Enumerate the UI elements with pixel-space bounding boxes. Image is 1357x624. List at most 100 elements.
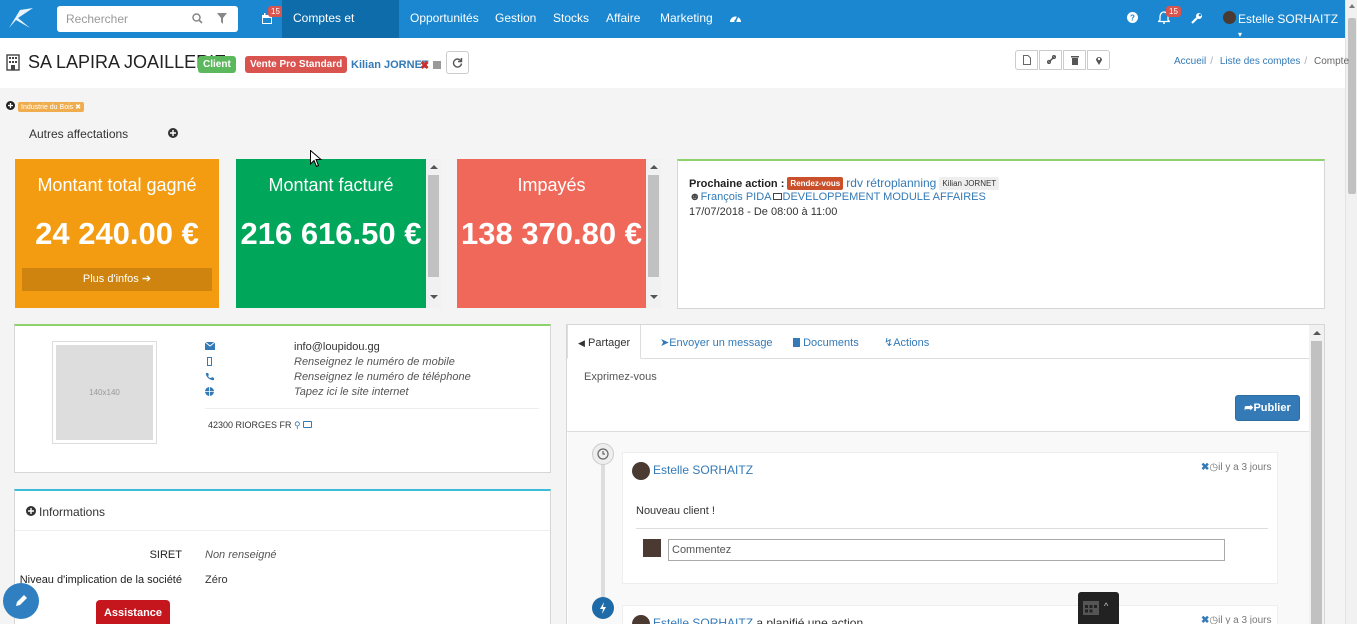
contact-link[interactable]: François PIDA [701, 191, 772, 203]
project-link[interactable]: DEVELOPPEMENT MODULE AFFAIRES [783, 191, 986, 203]
add-assignment-icon[interactable] [168, 128, 178, 138]
involvement-label: Niveau d'implication de la société [19, 574, 182, 586]
nav-stocks[interactable]: Stocks [553, 0, 589, 38]
page-scrollbar[interactable] [1345, 0, 1357, 624]
publish-button[interactable]: ➦Publier [1235, 395, 1300, 421]
share-input[interactable]: Exprimez-vous [584, 371, 657, 383]
stat-title: Montant facturé [268, 175, 394, 195]
filter-icon[interactable] [217, 13, 227, 24]
involvement-value[interactable]: Zéro [205, 574, 228, 586]
edit-button[interactable] [3, 583, 39, 619]
action-title-link[interactable]: rdv rétroplanning [846, 176, 936, 190]
author-link[interactable]: Estelle SORHAITZ [653, 463, 753, 477]
post-action-text: a planifié une action [756, 616, 864, 624]
nav-comptes-contacts[interactable]: Comptes et contacts [282, 0, 399, 61]
next-action-line: Prochaine action : Rendez-vous rdv rétro… [689, 176, 1000, 190]
document-icon [793, 338, 800, 347]
email-value[interactable]: info@loupidou.gg [294, 341, 380, 353]
more-info-button[interactable]: Plus d'infos ➔ [22, 268, 212, 291]
search-box [57, 6, 238, 32]
stat-value: 138 370.80 € [460, 216, 642, 251]
arrow-circle-icon: ➔ [141, 273, 152, 285]
top-navbar: 15 Comptes et contacts Opportunités Gest… [0, 0, 1345, 61]
map-card-icon[interactable] [303, 421, 313, 428]
tab-label: Partager [587, 337, 631, 349]
owner-card-icon[interactable] [433, 61, 441, 69]
search-input[interactable] [57, 6, 187, 32]
post-time-label: il y a 3 jours [1218, 615, 1272, 624]
link-button[interactable] [1039, 50, 1062, 70]
map-marker-icon[interactable]: ⚲ [294, 420, 301, 430]
phone-value[interactable]: Renseignez le numéro de téléphone [294, 371, 471, 383]
pencil-icon [14, 594, 28, 608]
post-time: ✖◷il y a 3 jours [1201, 615, 1271, 624]
envelope-icon [205, 342, 215, 350]
stat-title: Montant total gagné [37, 175, 197, 195]
nav-marketing[interactable]: Marketing [660, 0, 713, 38]
add-tag-icon[interactable] [6, 101, 15, 110]
stat-title: Impayés [517, 175, 586, 195]
tab-label: Documents [803, 337, 859, 349]
map-marker-icon [1095, 55, 1103, 65]
globe-icon [205, 387, 214, 396]
paper-plane-icon: ➤ [660, 337, 670, 349]
user-menu[interactable]: Estelle SORHAITZ ▾ [1238, 12, 1345, 40]
bolt-icon [592, 597, 614, 619]
calendar-widget[interactable]: ^ [1078, 592, 1119, 624]
refresh-icon [452, 57, 463, 68]
tab-partager[interactable]: ◀ Partager [567, 325, 642, 359]
tab-documents[interactable]: Documents [793, 325, 859, 359]
segment-label: Vente Pro Standard [245, 56, 348, 73]
stat-scrollbar[interactable] [646, 159, 661, 308]
comment-input[interactable] [668, 539, 1225, 561]
client-label: Client [198, 56, 236, 73]
stat-invoiced: Montant facturé 216 616.50 € [236, 159, 441, 308]
breadcrumb-home[interactable]: Accueil [1174, 56, 1206, 67]
author-link[interactable]: Estelle SORHAITZ [653, 616, 753, 624]
building-icon [6, 54, 20, 71]
mobile-value[interactable]: Renseignez le numéro de mobile [294, 356, 455, 368]
dashboard-icon[interactable] [729, 12, 742, 23]
action-type-badge: Rendez-vous [787, 177, 844, 190]
informations-header[interactable]: Informations [15, 491, 550, 531]
app-logo[interactable] [6, 6, 36, 32]
remove-owner-icon[interactable]: ✖ [420, 59, 429, 72]
feed-post: Estelle SORHAITZ a planifié une action ✖… [622, 605, 1278, 624]
nav-opportunites[interactable]: Opportunités [410, 0, 479, 38]
informations-title: Informations [39, 505, 106, 519]
next-action-label: Prochaine action : [689, 178, 785, 190]
nav-gestion[interactable]: Gestion [495, 0, 536, 38]
owner-link[interactable]: Kilian JORNET [351, 59, 429, 71]
action-related-line: ☻François PIDA DEVELOPPEMENT MODULE AFFAI… [689, 191, 986, 203]
company-photo[interactable]: 140x140 [52, 341, 157, 444]
publish-label: Publier [1253, 402, 1291, 414]
post-header: Estelle SORHAITZ a planifié une action [653, 616, 863, 624]
stat-value: 24 240.00 € [35, 216, 199, 251]
stat-unpaid: Impayés 138 370.80 € [457, 159, 661, 308]
refresh-button[interactable] [446, 51, 469, 74]
stat-scrollbar[interactable] [426, 159, 441, 308]
bullhorn-icon: ◀ [578, 338, 585, 348]
breadcrumb-accounts[interactable]: Liste des comptes [1220, 56, 1301, 67]
map-button[interactable] [1087, 50, 1110, 70]
sector-tag[interactable]: Industrie du Bois ✖ [18, 102, 84, 112]
assistance-button[interactable]: Assistance [96, 600, 170, 624]
calendar-nav-button[interactable]: 15 [258, 0, 283, 38]
siret-value[interactable]: Non renseigné [205, 549, 277, 561]
file-icon [1023, 55, 1031, 65]
calendar-badge: 15 [268, 6, 283, 17]
search-icon[interactable] [192, 13, 203, 24]
nav-affaire[interactable]: Affaire [606, 0, 640, 38]
address-line: 42300 RIORGES FR ⚲ [208, 420, 313, 431]
website-value[interactable]: Tapez ici le site internet [294, 386, 409, 398]
tab-actions[interactable]: ↯Actions [884, 325, 929, 359]
delete-button[interactable] [1063, 50, 1086, 70]
informations-panel: Informations SIRET Non renseigné Niveau … [14, 489, 551, 624]
post-time: ✖◷il y a 3 jours [1201, 462, 1271, 473]
tab-envoyer-message[interactable]: ➤Envoyer un message [660, 325, 773, 359]
user-avatar[interactable] [1223, 11, 1236, 24]
pdf-button[interactable] [1015, 50, 1038, 70]
feed-scrollbar[interactable] [1309, 325, 1324, 624]
mobile-icon [207, 357, 212, 366]
bolt-icon: ↯ [884, 337, 894, 349]
